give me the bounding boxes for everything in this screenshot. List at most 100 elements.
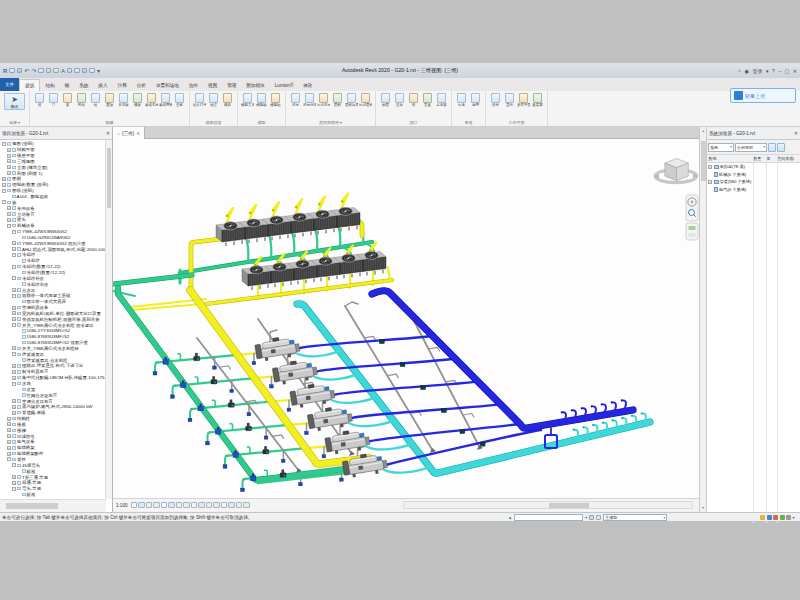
view-control-icon[interactable] — [161, 502, 168, 509]
modify-button[interactable]: ➤ 修改 — [4, 93, 25, 110]
workset-dropdown[interactable] — [514, 514, 583, 521]
tree-expander[interactable]: − — [2, 200, 6, 204]
ribbon-button[interactable]: 标高 — [455, 92, 468, 107]
tree-expander[interactable]: + — [7, 428, 11, 432]
ribbon-button[interactable]: 竖梃 — [173, 92, 186, 107]
ribbon-button[interactable]: 墙 — [407, 92, 420, 107]
tree-expander[interactable]: + — [12, 247, 16, 251]
tree-expander[interactable]: + — [7, 440, 11, 444]
view-control-icon[interactable] — [138, 502, 145, 509]
view-control-icon[interactable] — [131, 502, 138, 509]
group-label-select[interactable]: 选择 ▾ — [3, 119, 26, 126]
view-scale[interactable]: 1:100 — [113, 503, 131, 508]
tree-expander[interactable]: − — [12, 463, 16, 467]
tree-expander[interactable]: + — [7, 218, 11, 222]
tree-expander[interactable]: − — [12, 352, 16, 356]
tree-expander[interactable]: + — [2, 177, 6, 181]
close-icon[interactable]: ✕ — [794, 130, 798, 136]
tab-视图[interactable]: 视图 — [203, 79, 222, 91]
ribbon-button[interactable]: 天花板 — [117, 92, 130, 107]
tab-系统[interactable]: 系统 — [74, 79, 93, 91]
tree-expander[interactable]: − — [12, 265, 16, 269]
ribbon-button[interactable]: 房间分隔 — [303, 92, 316, 107]
tree-expander[interactable]: + — [708, 180, 712, 184]
worksharing-icon[interactable]: ✦ — [508, 515, 512, 521]
ribbon-button[interactable]: 参照平面 — [517, 92, 530, 107]
tab-注释[interactable]: 注释 — [113, 79, 132, 91]
tree-expander[interactable]: − — [12, 382, 16, 386]
minimize-icon[interactable]: – — [778, 68, 781, 74]
tab-管理[interactable]: 管理 — [222, 79, 241, 91]
tree-expander[interactable]: + — [12, 399, 16, 403]
ribbon-button[interactable]: 设置 — [489, 92, 502, 107]
view-control-icon[interactable] — [206, 502, 213, 509]
ribbon-button[interactable]: 轴网 — [469, 92, 482, 107]
tree-horizontal-scrollbar[interactable] — [0, 499, 106, 512]
help-icon[interactable]: ? — [772, 68, 775, 74]
ribbon-button[interactable]: 标记房间 — [317, 92, 330, 107]
tree-expander[interactable]: + — [7, 422, 11, 426]
ribbon-button[interactable]: 墙 — [33, 92, 46, 107]
ribbon-button[interactable]: 房间 — [289, 92, 302, 107]
drawing-vertical-scrollbar[interactable]: ▲▼ — [699, 127, 707, 512]
tree-expander[interactable]: − — [2, 142, 6, 146]
tree-expander[interactable]: − — [2, 189, 6, 193]
close-icon[interactable]: ✕ — [106, 130, 110, 136]
ribbon-button[interactable]: 构件 — [75, 92, 88, 107]
tree-expander[interactable]: + — [12, 241, 16, 245]
view-control-icon[interactable] — [228, 502, 235, 509]
tree-expander[interactable]: + — [12, 481, 16, 485]
system-row[interactable]: 机械(0 个系统) — [707, 171, 800, 179]
tab-file[interactable]: 文件 — [0, 78, 19, 91]
tab-附加模块[interactable]: 附加模块 — [241, 79, 269, 91]
ribbon-button[interactable]: 面积 — [331, 92, 344, 107]
tree-expander[interactable]: + — [12, 376, 16, 380]
tree-vertical-scrollbar[interactable] — [105, 140, 112, 499]
ribbon-button[interactable]: 模型组 — [269, 92, 282, 107]
tree-expander[interactable]: + — [12, 475, 16, 479]
drawing-horizontal-scrollbar[interactable] — [403, 501, 693, 509]
ribbon-button[interactable]: 栏杆扶手 — [193, 92, 206, 107]
view-tab-3d[interactable]: ⌂ {三维} ✕ — [113, 127, 145, 139]
ribbon-button[interactable]: 窗 — [61, 92, 74, 107]
tree-expander[interactable]: + — [708, 165, 712, 169]
filter-icon[interactable] — [786, 515, 791, 520]
settings-icon[interactable] — [777, 143, 785, 152]
status-icon-press-drag[interactable] — [773, 515, 778, 520]
tab-协作[interactable]: 协作 — [184, 79, 203, 91]
design-options-dropdown[interactable]: 主模型▾ — [603, 514, 667, 521]
tree-expander[interactable]: + — [7, 452, 11, 456]
ribbon-button[interactable]: 查看器 — [531, 92, 544, 107]
tree-expander[interactable]: + — [12, 288, 16, 292]
tree-expander[interactable]: − — [12, 276, 16, 280]
tree-expander[interactable]: + — [7, 212, 11, 216]
status-icon-edit-family[interactable] — [767, 515, 772, 520]
tree-expander[interactable]: + — [2, 183, 6, 187]
discipline-filter-dropdown[interactable]: 全部规程▾ — [735, 143, 767, 152]
tree-expander[interactable]: + — [12, 364, 16, 368]
ribbon-button[interactable]: 面积边界 — [345, 92, 358, 107]
view-control-icon[interactable] — [213, 502, 220, 509]
ribbon-button[interactable]: 标记面积 — [359, 92, 372, 107]
restore-icon[interactable]: ▢ — [785, 68, 790, 74]
tab-结构[interactable]: 结构 — [40, 79, 59, 91]
tree-expander[interactable]: + — [7, 417, 11, 421]
view-control-icon[interactable] — [221, 502, 228, 509]
system-filter-dropdown[interactable]: 系统▾ — [708, 143, 734, 152]
login-label[interactable]: 登录 — [752, 68, 762, 74]
system-row[interactable]: 电气(0 个系统) — [707, 186, 800, 194]
tree-expander[interactable]: + — [12, 411, 16, 415]
view-control-icon[interactable] — [236, 502, 243, 509]
tree-expander[interactable]: + — [7, 159, 11, 163]
tab-钢[interactable]: 钢 — [60, 79, 75, 91]
view-control-icon[interactable] — [243, 502, 250, 509]
tab-Lumion®[interactable]: Lumion® — [270, 79, 298, 91]
ribbon-button[interactable]: 门 — [47, 92, 60, 107]
view-control-icon[interactable] — [153, 502, 160, 509]
ribbon-button[interactable]: 竖井 — [393, 92, 406, 107]
tree-expander[interactable]: + — [7, 446, 11, 450]
ribbon-button[interactable]: 垂直 — [421, 92, 434, 107]
tab-修改[interactable]: 修改 — [298, 79, 317, 91]
link-icon[interactable] — [596, 515, 601, 520]
view-control-icon[interactable] — [168, 502, 175, 509]
